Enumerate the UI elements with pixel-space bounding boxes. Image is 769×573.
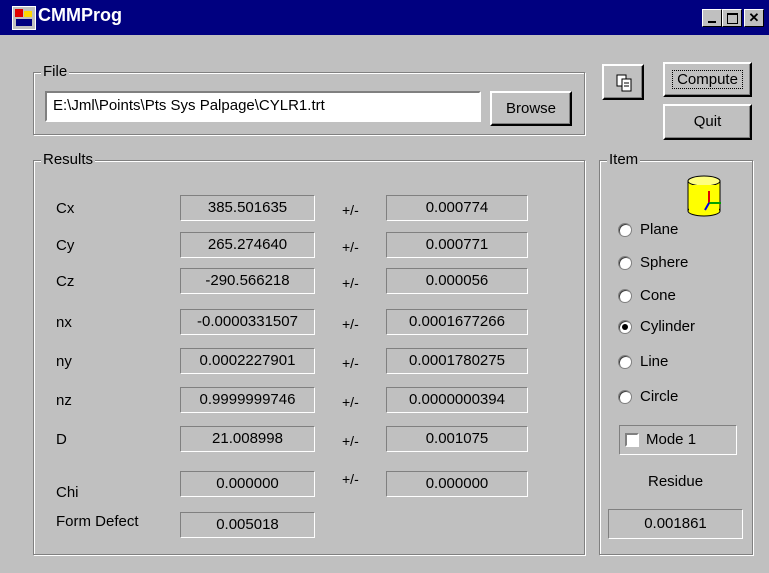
radio-plane[interactable] (618, 223, 632, 237)
radio-line[interactable] (618, 355, 632, 369)
result-error-chi: 0.000000 (386, 471, 528, 497)
copy-icon (616, 74, 632, 92)
result-value-d: 21.008998 (180, 426, 315, 452)
item-option-label: Circle (640, 388, 679, 405)
radio-sphere[interactable] (618, 256, 632, 270)
result-error-nz: 0.0000000394 (386, 387, 528, 413)
cylinder-icon (683, 173, 729, 219)
result-error-nx: 0.0001677266 (386, 309, 528, 335)
result-value-ny: 0.0002227901 (180, 348, 315, 374)
radio-cylinder[interactable] (618, 320, 632, 334)
compute-label: Compute (672, 70, 743, 89)
copy-button[interactable] (602, 64, 644, 100)
plus-minus-label: +/- (342, 394, 359, 410)
result-error-cx: 0.000774 (386, 195, 528, 221)
result-value-cy: 265.274640 (180, 232, 315, 258)
close-button[interactable]: ✕ (744, 9, 764, 27)
item-option-plane[interactable]: Plane (618, 221, 728, 241)
browse-button[interactable]: Browse (490, 91, 572, 126)
window-title: CMMProg (38, 5, 122, 25)
compute-button[interactable]: Compute (663, 62, 752, 97)
residue-value: 0.001861 (608, 509, 743, 539)
result-label-chi: Chi (56, 484, 79, 501)
result-value-nx: -0.0000331507 (180, 309, 315, 335)
mode-1-checkbox[interactable] (625, 433, 639, 447)
file-path-input[interactable]: E:\Jml\Points\Pts Sys Palpage\CYLR1.trt (45, 91, 481, 122)
plus-minus-label: +/- (342, 202, 359, 218)
result-error-cz: 0.000056 (386, 268, 528, 294)
form-defect-value: 0.005018 (180, 512, 315, 538)
result-label-cx: Cx (56, 200, 75, 217)
item-option-label: Cylinder (640, 318, 696, 335)
result-label-ny: ny (56, 353, 72, 370)
plus-minus-label: +/- (342, 471, 359, 487)
result-label-nz: nz (56, 392, 72, 409)
result-error-ny: 0.0001780275 (386, 348, 528, 374)
result-label-cy: Cy (56, 237, 75, 254)
result-error-d: 0.001075 (386, 426, 528, 452)
file-legend: File (41, 63, 70, 80)
plus-minus-label: +/- (342, 433, 359, 449)
form-defect-label: Form Defect (56, 513, 139, 530)
radio-cone[interactable] (618, 289, 632, 303)
result-value-chi: 0.000000 (180, 471, 315, 497)
item-option-label: Plane (640, 221, 679, 238)
maximize-button[interactable] (722, 9, 742, 27)
item-option-cone[interactable]: Cone (618, 287, 728, 307)
plus-minus-label: +/- (342, 316, 359, 332)
result-error-cy: 0.000771 (386, 232, 528, 258)
quit-button[interactable]: Quit (663, 104, 752, 140)
plus-minus-label: +/- (342, 275, 359, 291)
result-label-cz: Cz (56, 273, 75, 290)
result-value-cx: 385.501635 (180, 195, 315, 221)
result-value-nz: 0.9999999746 (180, 387, 315, 413)
results-legend: Results (41, 151, 96, 168)
plus-minus-label: +/- (342, 239, 359, 255)
result-label-nx: nx (56, 314, 72, 331)
result-label-d: D (56, 431, 67, 448)
item-legend: Item (607, 151, 641, 168)
item-option-line[interactable]: Line (618, 353, 728, 373)
residue-label: Residue (648, 473, 704, 490)
item-option-circle[interactable]: Circle (618, 388, 728, 408)
item-option-sphere[interactable]: Sphere (618, 254, 728, 274)
mode-1-toggle[interactable]: Mode 1 (619, 425, 737, 455)
item-option-label: Sphere (640, 254, 689, 271)
item-option-cylinder[interactable]: Cylinder (618, 318, 728, 338)
minimize-button[interactable] (702, 9, 722, 27)
app-icon[interactable] (12, 6, 36, 30)
plus-minus-label: +/- (342, 355, 359, 371)
title-bar[interactable]: CMMProg ✕ (0, 0, 769, 35)
radio-circle[interactable] (618, 390, 632, 404)
item-option-label: Line (640, 353, 669, 370)
item-option-label: Cone (640, 287, 676, 304)
mode-1-label: Mode 1 (646, 431, 697, 448)
result-value-cz: -290.566218 (180, 268, 315, 294)
